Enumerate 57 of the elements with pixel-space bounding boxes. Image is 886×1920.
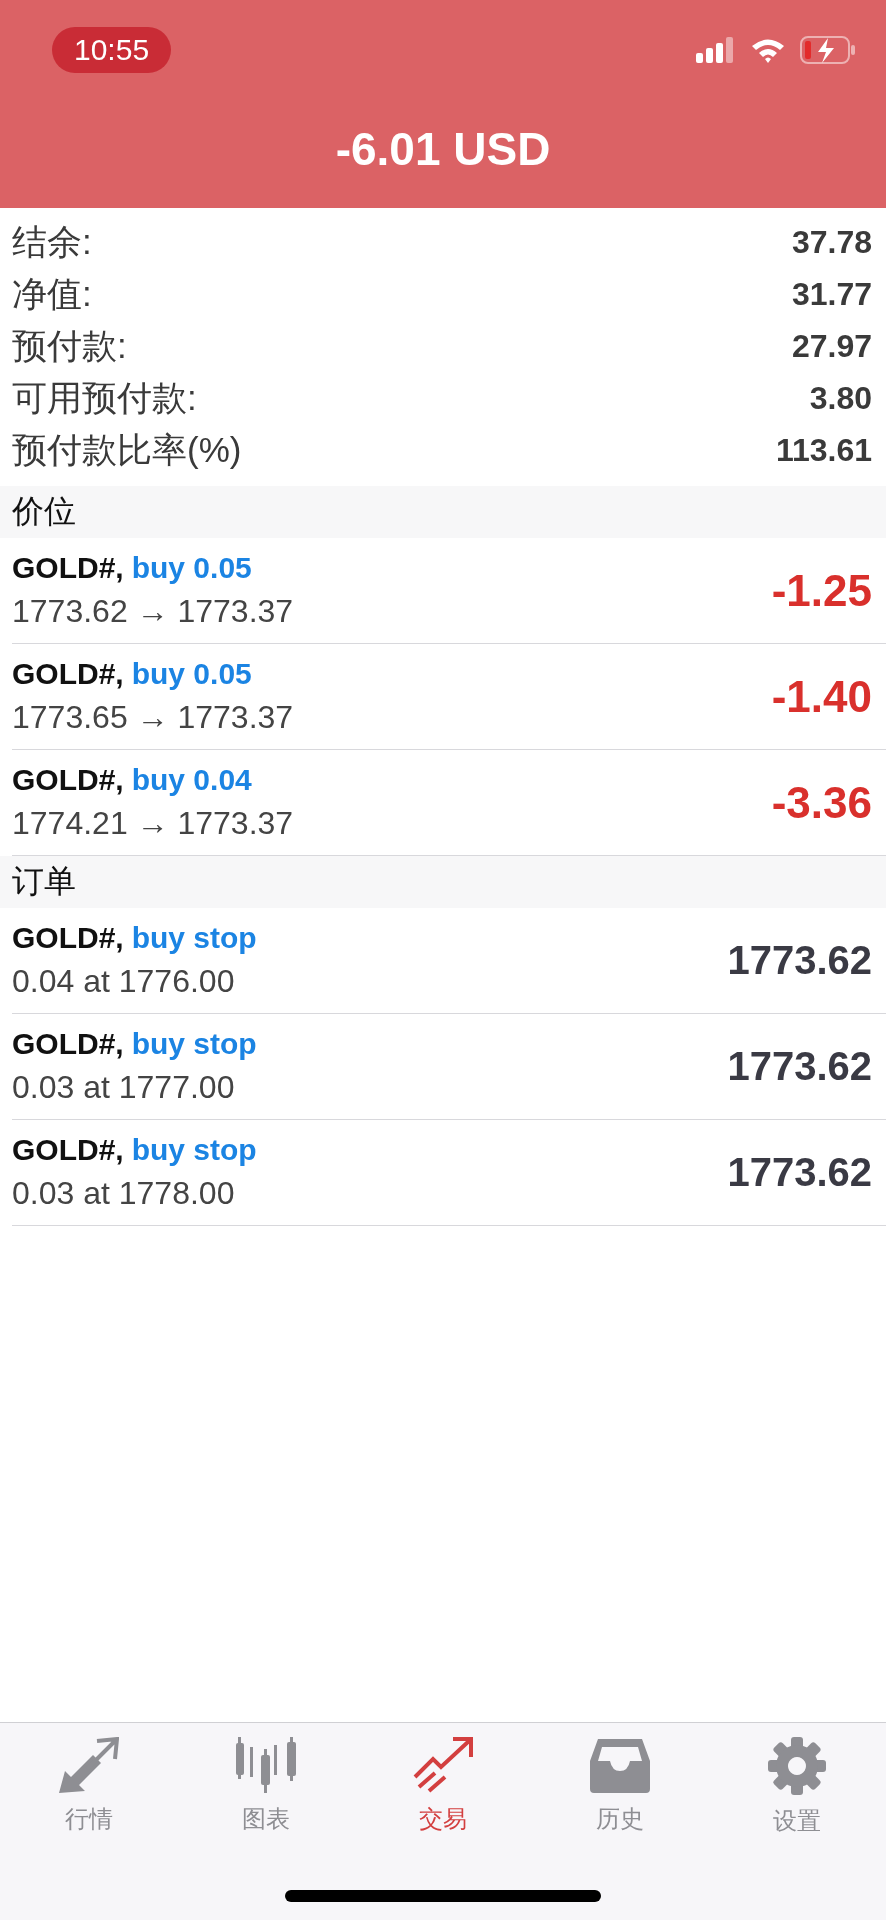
symbol-label: GOLD#,	[12, 763, 124, 797]
symbol-label: GOLD#,	[12, 657, 124, 691]
trade-type-label: buy stop	[131, 1133, 257, 1167]
tab-item[interactable]: 交易	[372, 1737, 513, 1837]
tab-label: 图表	[241, 1804, 290, 1834]
symbol-label: GOLD#,	[12, 921, 124, 955]
price-detail: 0.04 at 1776.00	[12, 963, 236, 1000]
signal-icon	[696, 37, 736, 63]
symbol-label: GOLD#,	[12, 1133, 124, 1167]
summary-value: 113.61	[775, 431, 872, 469]
summary-value: 31.77	[791, 275, 872, 313]
trade-type-label: buy 0.05	[131, 551, 252, 585]
trend-arrow-icon	[412, 1737, 473, 1793]
candlestick-icon	[235, 1737, 296, 1793]
trade-type-label: buy 0.04	[131, 763, 252, 797]
tab-label: 设置	[773, 1806, 822, 1836]
symbol-label: GOLD#,	[12, 1027, 124, 1061]
symbol-label: GOLD#,	[12, 551, 124, 585]
trade-type-label: buy 0.05	[131, 657, 252, 691]
summary-label: 净值:	[12, 272, 92, 315]
summary-value: 37.78	[791, 223, 872, 261]
profit-value: -1.25	[771, 565, 872, 616]
order-row[interactable]: GOLD#, buy stop 0.03 at 1777.00 1773.62	[12, 1014, 886, 1120]
settings-icon	[768, 1737, 827, 1795]
tab-label: 行情	[64, 1804, 113, 1834]
trade-type-label: buy stop	[131, 1027, 257, 1061]
floating-profit: -6.01 USD	[334, 122, 552, 177]
wifi-icon	[750, 37, 786, 63]
summary-label: 结余:	[12, 220, 92, 263]
section-header: 订单	[0, 856, 886, 908]
status-time: 10:55	[52, 27, 172, 73]
tab-label: 历史	[596, 1804, 645, 1834]
position-row[interactable]: GOLD#, buy 0.05 1773.62 → 1773.37 -1.25	[12, 538, 886, 644]
inbox-icon	[590, 1737, 651, 1793]
battery-charging-icon	[800, 36, 856, 64]
order-row[interactable]: GOLD#, buy stop 0.04 at 1776.00 1773.62	[12, 908, 886, 1014]
position-row[interactable]: GOLD#, buy 0.05 1773.65 → 1773.37 -1.40	[12, 644, 886, 750]
price-detail: 1773.65 → 1773.37	[12, 699, 294, 736]
profit-value: -1.40	[771, 671, 872, 722]
summary-value: 27.97	[791, 327, 872, 365]
price-detail: 0.03 at 1778.00	[12, 1175, 236, 1212]
summary-label: 预付款:	[12, 324, 127, 367]
price-detail: 0.03 at 1777.00	[12, 1069, 236, 1106]
summary-value: 3.80	[809, 379, 872, 417]
price-value: 1773.62	[727, 1150, 872, 1195]
profit-value: -3.36	[771, 777, 872, 828]
summary-label: 可用预付款:	[12, 376, 197, 419]
double-arrow-icon	[58, 1737, 119, 1793]
tab-label: 交易	[418, 1804, 467, 1834]
price-detail: 1773.62 → 1773.37	[12, 593, 294, 630]
price-value: 1773.62	[727, 1044, 872, 1089]
section-header: 价位	[0, 486, 886, 538]
price-value: 1773.62	[727, 938, 872, 983]
summary-label: 预付款比率(%)	[12, 428, 242, 471]
price-detail: 1774.21 → 1773.37	[12, 805, 294, 842]
trade-type-label: buy stop	[131, 921, 257, 955]
order-row[interactable]: GOLD#, buy stop 0.03 at 1778.00 1773.62	[12, 1120, 886, 1226]
